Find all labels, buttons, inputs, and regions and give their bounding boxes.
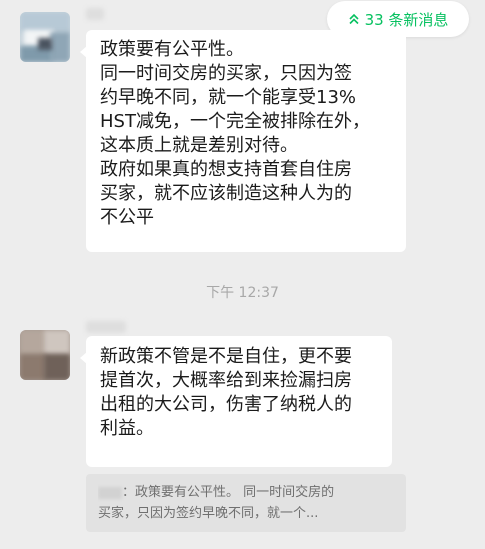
sender-avatar[interactable] — [20, 330, 70, 380]
quote-line: ：政策要有公平性。 同一时间交房的 — [98, 482, 394, 503]
message-text-line: 提首次，大概率给到来捡漏扫房 — [100, 370, 352, 391]
quoted-message[interactable]: ：政策要有公平性。 同一时间交房的 买家，只因为签约早晚不同，就一个... — [86, 474, 406, 532]
message-text-line: 利益。 — [100, 418, 154, 439]
message-text-line: 约早晚不同，就一个能享受13% — [100, 87, 357, 108]
message-text-line: 同一时间交房的买家，只因为签 — [100, 63, 352, 84]
message-text-line: 买家，就不应该制造这种人为的 — [100, 183, 352, 204]
quote-text: 买家，只因为签约早晚不同，就一个... — [98, 506, 319, 521]
message-bubble[interactable]: 政策要有公平性。 同一时间交房的买家，只因为签 约早晚不同，就一个能享受13% … — [80, 30, 406, 252]
message-text-line: 出租的大公司，伤害了纳税人的 — [100, 394, 352, 415]
message-text-line: 政策要有公平性。 — [100, 39, 244, 60]
timestamp: 下午 12:37 — [206, 285, 279, 301]
message-text-line: 不公平 — [100, 207, 154, 228]
message-text-line: HST减免，一个完全被排除在外， — [100, 111, 370, 132]
new-messages-label: 33 条新消息 — [364, 10, 449, 29]
message-text-line: 新政策不管是不是自住，更不要 — [100, 346, 352, 367]
double-chevron-up-icon — [348, 13, 359, 25]
sender-avatar[interactable] — [20, 12, 70, 62]
message-text-line: 这本质上就是差别对待。 — [100, 135, 298, 156]
message-bubble[interactable]: 新政策不管是不是自住，更不要 提首次，大概率给到来捡漏扫房 出租的大公司，伤害了… — [80, 336, 392, 467]
sender-name-hidden — [86, 8, 104, 20]
quote-text: ：政策要有公平性。 同一时间交房的 — [122, 485, 335, 500]
sender-name-hidden — [86, 321, 126, 333]
message-text-line: 政府如果真的想支持首套自住房 — [100, 159, 352, 180]
quoted-sender-name-hidden — [98, 486, 122, 499]
